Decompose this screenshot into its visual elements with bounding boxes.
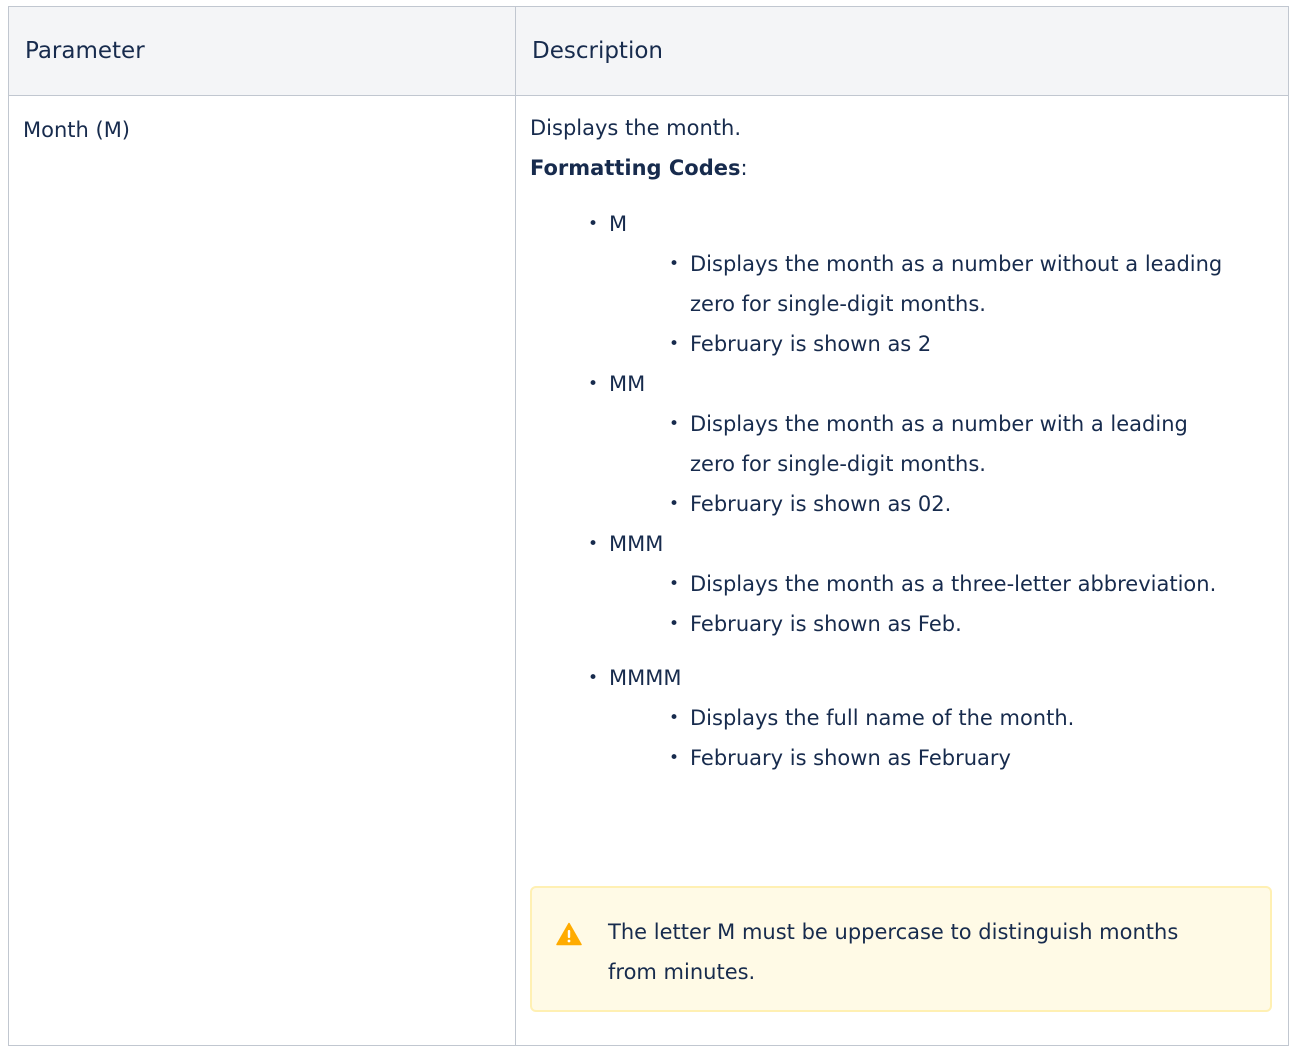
bullet: •	[669, 574, 680, 594]
code-detail: Displays the month as a number with a le…	[690, 412, 1188, 476]
header-parameter: Parameter	[8, 6, 516, 96]
bullet: •	[588, 534, 599, 554]
formatting-codes-colon: :	[740, 156, 748, 180]
description-intro: Displays the month.	[530, 116, 741, 140]
code-name: M	[609, 212, 628, 236]
list-item: • February is shown as Feb.	[609, 604, 1278, 644]
list-item: • M • Displays the month as a number wit…	[530, 204, 1278, 364]
formatting-codes-list: • M • Displays the month as a number wit…	[530, 204, 1278, 778]
warning-message: The letter M must be uppercase to distin…	[608, 920, 1179, 984]
list-item: • MM • Displays the month as a number wi…	[530, 364, 1278, 524]
bullet: •	[669, 614, 680, 634]
list-item: • Displays the month as a number without…	[609, 244, 1278, 324]
list-item: • Displays the month as a three-letter a…	[609, 564, 1278, 604]
list-item: • February is shown as February	[609, 738, 1278, 778]
header-description: Description	[515, 6, 1289, 96]
parameter-name: Month (M)	[23, 118, 130, 142]
bullet: •	[588, 668, 599, 688]
code-example: February is shown as 02.	[690, 492, 952, 516]
formatting-codes-label: Formatting Codes	[530, 156, 741, 180]
formatting-codes-heading: Formatting Codes:	[530, 148, 1278, 188]
code-details-list: • Displays the month as a three-letter a…	[609, 564, 1278, 644]
list-item: • Displays the month as a number with a …	[609, 404, 1278, 484]
list-item: • MMM • Displays the month as a three-le…	[530, 524, 1278, 644]
list-item: • February is shown as 02.	[609, 484, 1278, 524]
code-details-list: • Displays the full name of the month. •…	[609, 698, 1278, 778]
list-item: • February is shown as 2	[609, 324, 1278, 364]
bullet: •	[669, 748, 680, 768]
bullet: •	[588, 374, 599, 394]
code-detail: Displays the month as a three-letter abb…	[690, 572, 1217, 596]
bullet: •	[669, 334, 680, 354]
warning-triangle-icon	[556, 922, 582, 946]
code-detail: Displays the month as a number without a…	[690, 252, 1223, 316]
code-example: February is shown as February	[690, 746, 1011, 770]
list-item: • MMMM • Displays the full name of the m…	[530, 658, 1278, 778]
list-item: • Displays the full name of the month.	[609, 698, 1278, 738]
bullet: •	[669, 494, 680, 514]
bullet: •	[669, 708, 680, 728]
bullet: •	[669, 414, 680, 434]
bullet: •	[588, 214, 599, 234]
code-details-list: • Displays the month as a number without…	[609, 244, 1278, 364]
table-header-row: Parameter Description	[8, 6, 1289, 96]
code-detail: Displays the full name of the month.	[690, 706, 1075, 730]
header-description-label: Description	[532, 38, 663, 64]
parameter-cell: Month (M)	[8, 95, 516, 1046]
warning-panel: The letter M must be uppercase to distin…	[530, 886, 1272, 1012]
code-name: MMMM	[609, 666, 682, 690]
code-details-list: • Displays the month as a number with a …	[609, 404, 1278, 524]
code-name: MM	[609, 372, 646, 396]
bullet: •	[669, 254, 680, 274]
code-example: February is shown as Feb.	[690, 612, 962, 636]
header-parameter-label: Parameter	[25, 38, 145, 64]
code-name: MMM	[609, 532, 664, 556]
code-example: February is shown as 2	[690, 332, 932, 356]
